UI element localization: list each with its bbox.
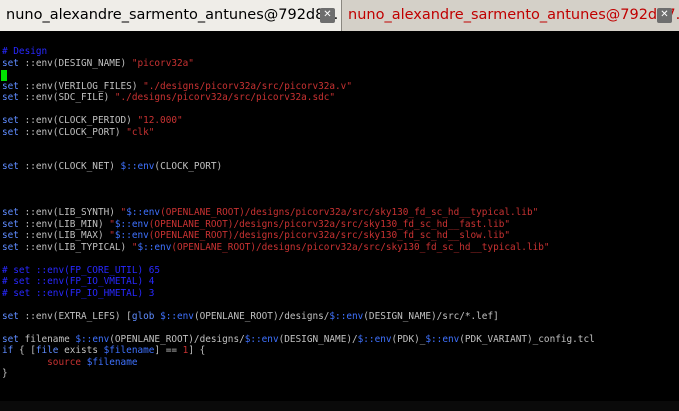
code-token: ::env(CLOCK_PERIOD)	[18, 115, 138, 126]
code-token: set	[2, 218, 19, 230]
code-token: $::env	[160, 310, 194, 322]
code-token: filename	[18, 333, 76, 345]
code-token: "clk"	[126, 126, 155, 138]
code-token: ::env(EXTRA_LEFS) [	[18, 310, 132, 322]
code-line: set ::env(EXTRA_LEFS) [glob $::env(OPENL…	[2, 311, 499, 322]
code-line: # set ::env(FP_IO_VMETAL) 4	[2, 276, 154, 287]
code-token: if	[2, 345, 14, 356]
code-line: set ::env(LIB_SYNTH) "$::env(OPENLANE_RO…	[2, 207, 538, 218]
code-token: glob	[131, 310, 155, 322]
code-token: (OPENLANE_ROOT)/designs/	[109, 333, 245, 345]
code-token: }	[2, 368, 8, 379]
code-token: (DESIGN_NAME)/src/*.lef]	[363, 310, 499, 322]
code-token: $::env	[137, 241, 172, 253]
code-line: source $filename	[2, 356, 138, 368]
tab-terminal-1[interactable]: nuno_alexandre_sarmento_antunes@792d8...…	[0, 0, 342, 31]
code-token: ::env(DESIGN_NAME)	[18, 57, 132, 69]
code-line: # set ::env(FP_CORE_UTIL) 65	[2, 265, 160, 276]
text-cursor	[1, 70, 7, 81]
code-token: (OPENLANE_ROOT)/designs/picorv32a/src/sk…	[148, 230, 511, 241]
code-token: (CLOCK_PORT)	[154, 161, 223, 172]
code-token: ::env(LIB_MIN)	[18, 218, 110, 230]
code-line: set ::env(DESIGN_NAME) "picorv32a"	[2, 58, 194, 69]
code-token: ] ==	[154, 345, 183, 356]
terminal-footer	[0, 401, 679, 411]
code-token: ::env(SDC_FILE)	[18, 92, 115, 103]
code-token: (OPENLANE_ROOT)/designs/	[193, 310, 330, 322]
code-token: # Design	[2, 46, 48, 57]
code-token: set	[2, 80, 19, 92]
code-token: $::env	[120, 161, 155, 172]
terminal-editor[interactable]: # Design set ::env(DESIGN_NAME) "picorv32…	[0, 32, 679, 411]
code-token: ::env(LIB_SYNTH)	[18, 207, 121, 218]
code-token: ::env(CLOCK_PORT)	[18, 126, 127, 138]
code-token: { [	[13, 345, 36, 356]
code-line: set filename $::env(OPENLANE_ROOT)/desig…	[2, 334, 595, 345]
code-token: file	[35, 345, 59, 356]
code-line: if { [file exists $filename] == 1] {	[2, 345, 205, 356]
code-token: # set ::env(FP_CORE_UTIL) 65	[2, 264, 161, 276]
code-token: $filename	[86, 356, 138, 368]
code-token: ::env(CLOCK_NET)	[18, 161, 121, 172]
code-token: $::env	[244, 333, 279, 345]
code-token: source	[47, 356, 82, 368]
code-token: ::env(LIB_MAX)	[18, 230, 110, 241]
code-token: set	[2, 115, 19, 126]
code-token: (OPENLANE_ROOT)/designs/picorv32a/src/sk…	[160, 207, 539, 218]
code-token: (PDK)_	[391, 333, 426, 345]
code-token: "12.000"	[137, 115, 183, 126]
code-token: set	[2, 57, 19, 69]
code-token: "picorv32a"	[131, 57, 194, 69]
code-line: set ::env(LIB_MIN) "$::env(OPENLANE_ROOT…	[2, 219, 510, 230]
code-token: ] {	[188, 345, 206, 356]
code-token: $::env	[114, 218, 149, 230]
code-token: $::env	[114, 230, 149, 241]
code-token: $::env	[329, 310, 364, 322]
code-token: set	[2, 92, 19, 103]
code-line: set ::env(CLOCK_PERIOD) "12.000"	[2, 115, 183, 126]
code-line: set ::env(LIB_TYPICAL) "$::env(OPENLANE_…	[2, 242, 550, 253]
code-line: set ::env(LIB_MAX) "$::env(OPENLANE_ROOT…	[2, 230, 510, 241]
code-token: (PDK_VARIANT)_config.tcl	[459, 333, 595, 345]
code-line: set ::env(VERILOG_FILES) "./designs/pico…	[2, 81, 352, 92]
tab-label: nuno_alexandre_sarmento_antunes@792d8...	[6, 7, 339, 23]
code-line: # Design	[2, 46, 47, 57]
code-token: (OPENLANE_ROOT)/designs/picorv32a/src/sk…	[171, 241, 550, 253]
code-token: # set ::env(FP_IO_VMETAL) 4	[2, 276, 155, 287]
code-token: $::env	[126, 207, 161, 218]
code-token: set	[2, 161, 19, 172]
code-token: $filename	[103, 345, 155, 356]
code-token: set	[2, 241, 19, 253]
code-token: # set ::env(FP_IO_HMETAL) 3	[2, 287, 155, 299]
tab-bar: nuno_alexandre_sarmento_antunes@792d8...…	[0, 0, 679, 31]
code-token: ::env(LIB_TYPICAL)	[18, 241, 132, 253]
code-token: "./designs/picorv32a/src/picorv32a.sdc"	[114, 92, 336, 103]
code-token: exists	[58, 345, 104, 356]
code-token: set	[2, 126, 19, 138]
close-icon[interactable]: ✕	[320, 8, 335, 23]
code-token: $::env	[75, 333, 110, 345]
code-token: "./designs/picorv32a/src/picorv32a.v"	[143, 80, 352, 92]
code-line: }	[2, 368, 8, 379]
code-token: (OPENLANE_ROOT)/designs/picorv32a/src/sk…	[148, 218, 511, 230]
code-line: set ::env(CLOCK_NET) $::env(CLOCK_PORT)	[2, 161, 222, 172]
code-line: set ::env(CLOCK_PORT) "clk"	[2, 127, 154, 138]
code-token: $::env	[425, 333, 460, 345]
code-token: (DESIGN_NAME)/	[278, 333, 358, 345]
code-token: $::env	[357, 333, 392, 345]
code-token: set	[2, 310, 19, 322]
code-line: set ::env(SDC_FILE) "./designs/picorv32a…	[2, 92, 335, 103]
tab-label: nuno_alexandre_sarmento_antunes@792d87..…	[348, 7, 679, 23]
code-token: set	[2, 230, 19, 241]
code-token: set	[2, 207, 19, 218]
tab-terminal-2[interactable]: nuno_alexandre_sarmento_antunes@792d87..…	[342, 0, 679, 31]
code-token: set	[2, 333, 19, 345]
code-token: ::env(VERILOG_FILES)	[18, 80, 144, 92]
close-icon[interactable]: ✕	[657, 8, 672, 23]
code-line: # set ::env(FP_IO_HMETAL) 3	[2, 288, 154, 299]
